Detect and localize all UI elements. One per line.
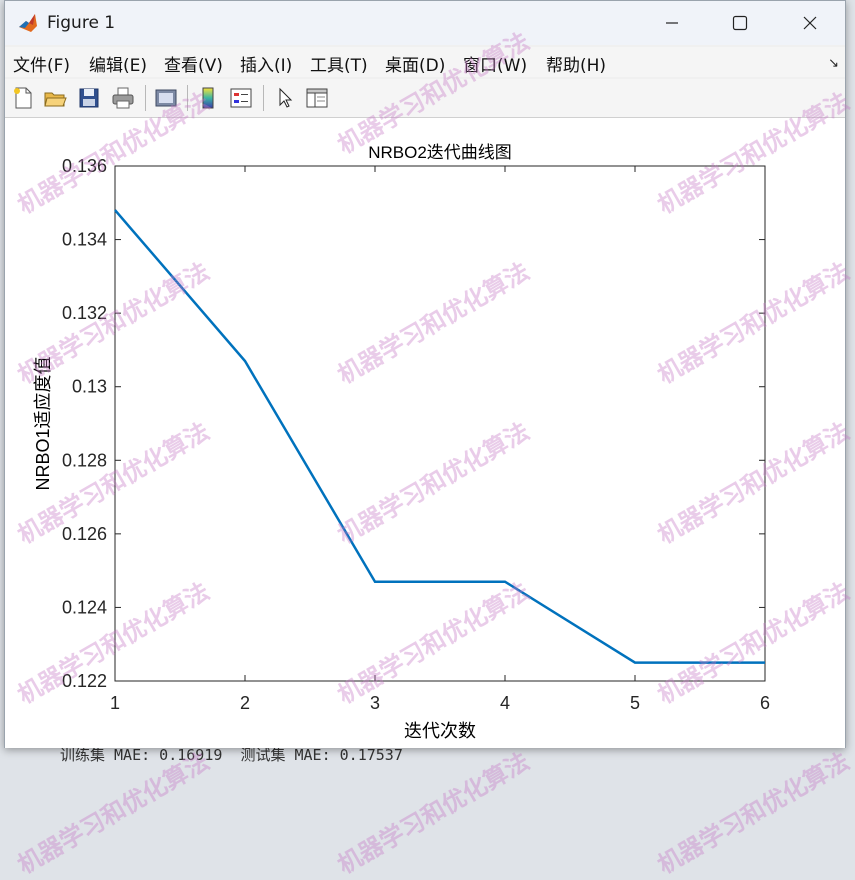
- open-file-icon: [44, 92, 67, 107]
- plot-area: [114, 165, 766, 682]
- print-icon: [112, 87, 134, 109]
- x-tick-label: 6: [760, 693, 770, 713]
- y-tick-label: 0.128: [62, 450, 107, 470]
- pointer-button[interactable]: [271, 84, 299, 112]
- menu-desktop[interactable]: 桌面(D): [385, 51, 445, 76]
- save-icon: [79, 88, 99, 108]
- close-button[interactable]: [775, 1, 845, 45]
- maximize-button[interactable]: [705, 1, 775, 45]
- colorbar-button[interactable]: [194, 84, 222, 112]
- x-axis-label: 迭代次数: [404, 721, 476, 741]
- x-tick-label: 4: [500, 693, 510, 713]
- watermark-text: 机器学习和优化算法: [653, 747, 855, 880]
- menu-view[interactable]: 查看(V): [164, 51, 223, 76]
- y-tick-label: 0.126: [62, 524, 107, 544]
- menu-overflow-icon[interactable]: ↘: [828, 55, 839, 71]
- y-tick-label: 0.124: [62, 597, 107, 617]
- y-tick-label: 0.134: [62, 230, 107, 250]
- minimize-button[interactable]: [637, 1, 707, 45]
- x-tick-label: 2: [240, 693, 250, 713]
- y-axis-label: NRBO1适应度值: [33, 356, 53, 490]
- menu-tools[interactable]: 工具(T): [310, 51, 368, 76]
- toolbar-separator: [263, 85, 264, 111]
- print-button[interactable]: [109, 84, 137, 112]
- close-icon: [803, 16, 817, 30]
- matlab-logo-icon: [19, 14, 37, 32]
- toolbar-separator: [187, 85, 188, 111]
- legend-button[interactable]: [227, 84, 255, 112]
- property-inspector-icon: [306, 88, 328, 108]
- toolbar-separator: [145, 85, 146, 111]
- menu-edit[interactable]: 编辑(E): [89, 51, 147, 76]
- x-tick-label: 1: [110, 693, 120, 713]
- y-tick-label: 0.122: [62, 671, 107, 691]
- legend-icon: [230, 88, 252, 108]
- print-preview-button[interactable]: [152, 84, 180, 112]
- window-title: Figure 1: [47, 13, 116, 33]
- minimize-icon: [666, 22, 678, 24]
- menu-window[interactable]: 窗口(W): [463, 51, 527, 76]
- figure-window: Figure 1 文件(F) 编辑(E) 查看(V) 插入(I) 工具(T) 桌…: [4, 0, 846, 748]
- open-file-button[interactable]: [41, 84, 69, 112]
- title-bar: Figure 1: [5, 1, 845, 45]
- toolbar: [5, 79, 845, 118]
- menu-insert[interactable]: 插入(I): [240, 51, 292, 76]
- maximize-icon: [732, 15, 748, 31]
- x-tick-label: 5: [630, 693, 640, 713]
- print-preview-icon: [155, 89, 177, 107]
- line-chart: NRBO2迭代曲线图 1 2 3 4 5 6 0.122 0.124 0.126 0.128 0.1…: [33, 143, 770, 741]
- menu-bar: 文件(F) 编辑(E) 查看(V) 插入(I) 工具(T) 桌面(D) 窗口(W…: [5, 47, 845, 77]
- x-tick-label: 3: [370, 693, 380, 713]
- new-figure-icon: [14, 87, 32, 109]
- y-tick-label: 0.132: [62, 303, 107, 323]
- menu-file[interactable]: 文件(F): [13, 51, 70, 76]
- new-figure-button[interactable]: [9, 84, 37, 112]
- y-tick-label: 0.136: [62, 156, 107, 176]
- menu-help[interactable]: 帮助(H): [546, 51, 606, 76]
- figure-canvas: NRBO2迭代曲线图 1 2 3 4 5 6 0.122 0.124 0.126 0.128 0.1…: [5, 118, 845, 748]
- pointer-icon: [279, 87, 293, 108]
- save-button[interactable]: [75, 84, 103, 112]
- colorbar-icon: [202, 87, 214, 109]
- property-inspector-button[interactable]: [303, 84, 331, 112]
- y-tick-label: 0.13: [72, 377, 107, 397]
- chart-title: NRBO2迭代曲线图: [368, 143, 512, 162]
